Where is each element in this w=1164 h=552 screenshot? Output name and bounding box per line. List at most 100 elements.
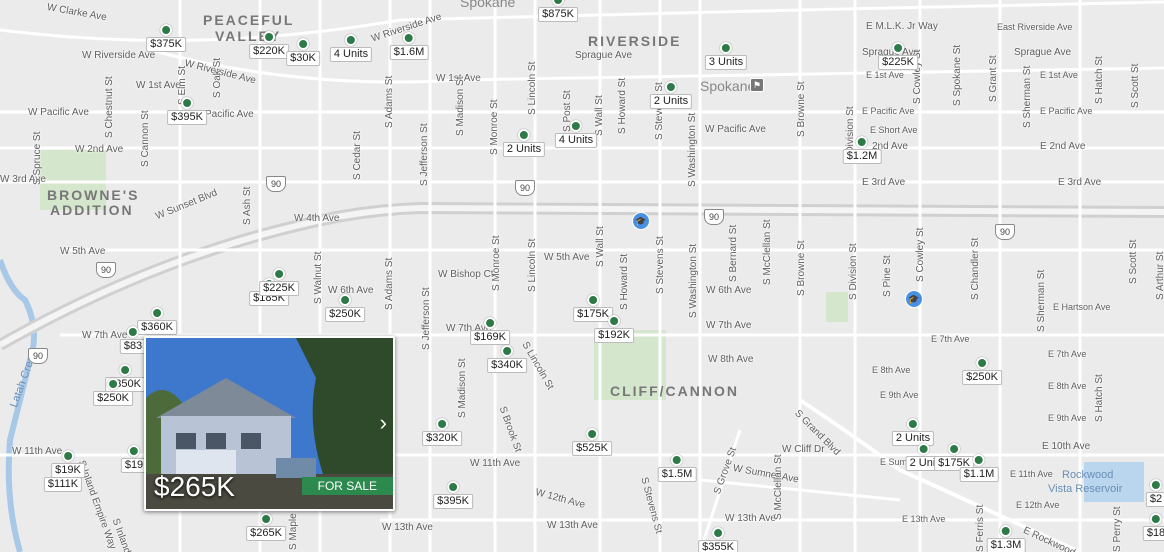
marker-dot xyxy=(119,364,131,376)
marker-label: $395K xyxy=(433,494,473,509)
property-marker[interactable]: $1.5M xyxy=(657,454,697,482)
property-marker[interactable]: $250K xyxy=(93,378,133,406)
street-label: S Cannon St xyxy=(140,110,151,167)
street-label: W 4th Ave xyxy=(294,213,340,224)
property-marker[interactable]: $18 xyxy=(1142,513,1164,541)
property-marker[interactable]: $340K xyxy=(487,345,527,373)
marker-label: 2 Units xyxy=(649,94,693,109)
street-label: S McClellan St xyxy=(773,454,784,520)
property-marker[interactable]: $169K xyxy=(470,317,510,345)
city-label: Spokane xyxy=(700,78,756,94)
marker-dot xyxy=(107,378,119,390)
property-marker[interactable]: $19K xyxy=(51,450,85,478)
property-marker[interactable]: $1.3M xyxy=(986,525,1026,552)
street-label: E 10th Ave xyxy=(1042,441,1091,452)
property-marker[interactable]: $250K xyxy=(962,357,1002,385)
marker-dot xyxy=(892,42,904,54)
property-marker[interactable]: $250K xyxy=(325,294,365,322)
marker-dot xyxy=(345,34,357,46)
property-marker[interactable]: 3 Units xyxy=(704,42,748,70)
street-label: E 1st Ave xyxy=(1040,70,1078,80)
school-icon[interactable]: 🎓 xyxy=(632,212,650,230)
neighborhood-label: BROWNE'S xyxy=(47,187,140,203)
marker-label: $1.2M xyxy=(842,149,882,164)
street-label: W 13th Ave xyxy=(547,520,598,531)
marker-dot xyxy=(273,268,285,280)
street-label: S Oak St xyxy=(212,57,223,98)
property-marker[interactable]: $220K xyxy=(249,31,289,59)
interstate-90-shield: 90 xyxy=(515,180,535,196)
street-label: S Washington St xyxy=(688,243,699,318)
street-label: S Hatch St xyxy=(1094,56,1105,104)
marker-dot xyxy=(587,294,599,306)
school-icon[interactable]: 🎓 xyxy=(905,290,923,308)
property-marker[interactable]: $525K xyxy=(572,428,612,456)
street-label: E Hartson Ave xyxy=(1053,302,1111,312)
for-sale-badge: FOR SALE xyxy=(301,477,393,495)
street-label: S Lincoln St xyxy=(527,238,538,292)
property-marker[interactable]: 4 Units xyxy=(329,34,373,62)
street-label: W Pacific Ave xyxy=(705,124,766,135)
street-label: S Adams St xyxy=(384,75,395,128)
street-label: S Ash St xyxy=(242,186,253,225)
marker-label: $525K xyxy=(572,441,612,456)
property-marker[interactable]: $2 xyxy=(1145,479,1164,507)
property-marker[interactable]: $192K xyxy=(594,315,634,343)
property-marker[interactable]: $875K xyxy=(538,0,578,22)
street-label: S Grant St xyxy=(988,55,999,102)
property-marker[interactable]: $83 xyxy=(119,326,147,354)
street-label: W 8th Ave xyxy=(708,354,754,365)
street-label: E 13th Ave xyxy=(902,514,946,524)
property-marker[interactable]: $225K xyxy=(878,42,918,70)
property-marker[interactable]: $355K xyxy=(698,527,738,552)
marker-label: $1.3M xyxy=(986,538,1026,552)
property-marker[interactable]: $265K xyxy=(246,513,286,541)
street-label: S Howard St xyxy=(619,253,630,310)
marker-dot xyxy=(608,315,620,327)
marker-dot xyxy=(501,345,513,357)
street-label: E 9th Ave xyxy=(880,390,919,400)
street-label: W 13th Ave xyxy=(382,522,433,533)
marker-label: $375K xyxy=(146,37,186,52)
street-label: W 5th Ave xyxy=(60,246,106,257)
property-marker[interactable]: $1.6M xyxy=(389,32,429,60)
property-marker[interactable]: $30K xyxy=(286,38,320,66)
property-marker[interactable]: 2 Units xyxy=(649,81,693,109)
marker-dot xyxy=(151,307,163,319)
marker-label: $355K xyxy=(698,540,738,552)
marker-dot xyxy=(948,443,960,455)
marker-dot xyxy=(518,129,530,141)
chevron-right-icon[interactable]: › xyxy=(380,410,387,436)
property-marker[interactable]: 2 Units xyxy=(891,418,935,446)
marker-label: $220K xyxy=(249,44,289,59)
property-marker[interactable]: $320K xyxy=(422,418,462,446)
property-marker[interactable]: $1.2M xyxy=(842,136,882,164)
listing-price: $265K xyxy=(154,471,235,502)
property-marker[interactable]: $395K xyxy=(167,97,207,125)
street-label: S Browne St xyxy=(796,81,807,137)
street-label: S Walnut St xyxy=(313,251,324,304)
marker-label: $250K xyxy=(325,307,365,322)
property-marker[interactable]: $225K xyxy=(259,268,299,296)
marker-label: $395K xyxy=(167,110,207,125)
listing-preview-card[interactable]: $265K FOR SALE › xyxy=(144,336,395,511)
marker-label: 3 Units xyxy=(704,55,748,70)
street-label: S Jefferson St xyxy=(419,123,430,186)
street-label: Sprague Ave xyxy=(1014,47,1072,58)
marker-label: 4 Units xyxy=(329,47,373,62)
property-marker[interactable]: $375K xyxy=(146,24,186,52)
marker-label: $1.5M xyxy=(657,467,697,482)
property-marker[interactable]: 2 Units xyxy=(502,129,546,157)
street-label: W 5th Ave xyxy=(544,252,590,263)
marker-label: $19K xyxy=(51,463,85,478)
property-marker[interactable]: 4 Units xyxy=(554,120,598,148)
map-canvas[interactable]: PEACEFUL VALLEY RIVERSIDE BROWNE'S ADDIT… xyxy=(0,0,1164,552)
property-marker[interactable]: $1.1M xyxy=(959,454,999,482)
marker-label: $265K xyxy=(246,526,286,541)
marker-dot xyxy=(972,454,985,466)
interstate-90-shield: 90 xyxy=(28,348,48,364)
street-label: S Hatch St xyxy=(1094,374,1105,422)
interstate-90-shield: 90 xyxy=(96,262,116,278)
property-marker[interactable]: $395K xyxy=(433,481,473,509)
train-station-icon[interactable]: ⚑ xyxy=(750,78,764,92)
